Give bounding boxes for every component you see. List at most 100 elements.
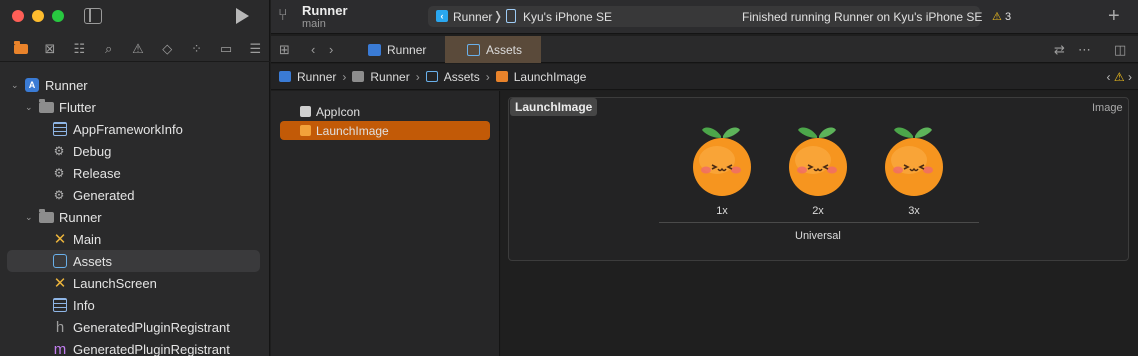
navigator-tab-bar: ⊠ ☷ ⌕ ⚠ ◇ ⁘ ▭ ☰ (0, 36, 270, 62)
asset-item-launchimage[interactable]: LaunchImage (280, 121, 490, 140)
asset-catalog-icon (425, 71, 438, 82)
breadcrumb-item-launchimage[interactable]: LaunchImage (495, 69, 587, 84)
next-issue-chevron-icon[interactable]: › (1128, 70, 1132, 84)
image-set-icon (300, 125, 311, 136)
tree-row-label: GeneratedPluginRegistrant (73, 319, 230, 335)
tree-row-runner-project[interactable]: ⌄ A Runner (0, 74, 270, 96)
related-items-grid-icon[interactable]: ⊞ (279, 42, 290, 58)
scheme-selector[interactable]: Runner (453, 10, 492, 24)
warning-count-badge[interactable]: ⚠ 3 (992, 10, 1011, 23)
slot-label-1x: 1x (716, 205, 728, 217)
tree-row-main[interactable]: ✕ Main (0, 228, 270, 250)
source-control-icon: ⊠ (44, 40, 56, 56)
chevron-down-icon[interactable]: ⌄ (25, 212, 35, 222)
breadcrumb: Runner › Runner › Assets › LaunchImage ‹… (271, 64, 1138, 90)
warning-icon: ⚠ (132, 40, 144, 56)
breadcrumb-chevron-icon: › (415, 69, 420, 84)
tree-row-label: GeneratedPluginRegistrant (73, 341, 230, 356)
debug-navigator-tab[interactable]: ⁘ (182, 39, 211, 59)
tree-row-label: Main (73, 231, 102, 247)
test-navigator-tab[interactable]: ◇ (153, 39, 182, 59)
tree-row-generated[interactable]: ⚙ Generated (0, 184, 270, 206)
issue-navigator-tab[interactable]: ⚠ (123, 39, 152, 59)
iphone-icon (506, 9, 516, 23)
xcconfig-gear-icon: ⚙ (53, 188, 65, 202)
idiom-label: Universal (795, 230, 841, 242)
breadcrumb-item-assets[interactable]: Assets (425, 70, 480, 84)
forward-chevron-icon[interactable]: › (329, 42, 333, 57)
spray-icon: ⁘ (191, 40, 203, 56)
project-navigator-tab[interactable] (6, 39, 35, 59)
warning-icon: ⚠ (1113, 70, 1125, 84)
symbol-navigator-tab[interactable]: ☷ (65, 39, 94, 59)
implementation-file-icon: m (53, 340, 67, 356)
tree-row-flutter-folder[interactable]: ⌄ Flutter (0, 96, 270, 118)
close-window-button[interactable] (12, 10, 24, 22)
idiom-divider (659, 222, 979, 223)
tab-runner[interactable]: Runner (365, 36, 445, 63)
image-slot-1x[interactable] (690, 124, 754, 196)
orange-mascot-image (789, 127, 847, 196)
minimize-window-button[interactable] (32, 10, 44, 22)
breadcrumb-item-runner-folder[interactable]: Runner (352, 69, 410, 84)
toolbar-branch-name[interactable]: main (302, 18, 326, 30)
tree-row-info[interactable]: Info (0, 294, 270, 316)
more-options-icon[interactable]: ⋯ (1078, 42, 1091, 58)
plist-icon (53, 122, 67, 136)
tree-row-assets[interactable]: Assets (7, 250, 260, 272)
inspector-toggle-icon[interactable]: ◫ (1114, 42, 1126, 58)
tree-row-release[interactable]: ⚙ Release (0, 162, 270, 184)
tree-row-runner-folder[interactable]: ⌄ Runner (0, 206, 270, 228)
tree-row-label: Debug (73, 143, 112, 159)
tab-label: Runner (387, 42, 427, 57)
zoom-window-button[interactable] (52, 10, 64, 22)
asset-item-appicon[interactable]: AppIcon (280, 102, 490, 121)
run-button[interactable] (236, 8, 249, 24)
chevron-down-icon[interactable]: ⌄ (25, 102, 35, 112)
folder-icon (13, 40, 28, 54)
breakpoint-icon: ▭ (219, 40, 233, 56)
chevron-down-icon[interactable]: ⌄ (11, 80, 21, 90)
diamond-icon: ◇ (162, 40, 173, 56)
breadcrumb-label: LaunchImage (513, 69, 587, 84)
orange-mascot-image (885, 127, 943, 196)
find-navigator-tab[interactable]: ⌕ (94, 39, 123, 59)
previous-issue-chevron-icon[interactable]: ‹ (1107, 70, 1111, 84)
folder-icon (39, 99, 54, 113)
asset-catalog-icon (467, 43, 480, 56)
tree-row-appframeworkinfo[interactable]: AppFrameworkInfo (0, 118, 270, 140)
tree-row-label: Runner (59, 209, 102, 225)
image-slot-3x[interactable] (882, 124, 946, 196)
tree-row-label: Flutter (59, 99, 96, 115)
sidebar-toggle-icon[interactable] (84, 8, 102, 24)
source-control-navigator-tab[interactable]: ⊠ (35, 39, 64, 59)
report-navigator-tab[interactable]: ☰ (241, 39, 270, 59)
warning-icon: ⚠ (992, 11, 1002, 23)
destination-selector[interactable]: Kyu's iPhone SE (523, 10, 612, 24)
breadcrumb-item-runner-project[interactable]: Runner (279, 70, 336, 84)
tab-assets[interactable]: Assets (445, 36, 541, 63)
issue-navigation-controls[interactable]: ‹ ⚠ › (1107, 70, 1132, 84)
swap-arrows-icon[interactable]: ⇄ (1054, 42, 1065, 58)
asset-catalog-outline: AppIcon LaunchImage (271, 91, 500, 356)
tree-row-label: Info (73, 297, 95, 313)
tree-row-plugin-header[interactable]: h GeneratedPluginRegistrant (0, 316, 270, 338)
report-icon: ☰ (249, 40, 262, 56)
image-set-name[interactable]: LaunchImage (510, 98, 598, 116)
tab-label: Assets (486, 42, 523, 57)
tree-row-plugin-implementation[interactable]: m GeneratedPluginRegistrant (0, 338, 270, 356)
scheme-separator: ❭ (493, 9, 504, 23)
storyboard-icon: ✕ (53, 275, 67, 292)
image-set-type: Image (1092, 102, 1123, 114)
library-plus-button[interactable]: + (1108, 5, 1120, 28)
plist-icon (53, 298, 67, 312)
tree-row-launchscreen[interactable]: ✕ LaunchScreen (0, 272, 270, 294)
tree-row-debug[interactable]: ⚙ Debug (0, 140, 270, 162)
warning-count: 3 (1004, 11, 1012, 23)
breadcrumb-label: Runner (370, 69, 410, 84)
slot-label-3x: 3x (908, 205, 920, 217)
breakpoint-navigator-tab[interactable]: ▭ (211, 39, 240, 59)
window-titlebar (0, 0, 270, 34)
back-chevron-icon[interactable]: ‹ (311, 42, 315, 57)
image-slot-2x[interactable] (786, 124, 850, 196)
